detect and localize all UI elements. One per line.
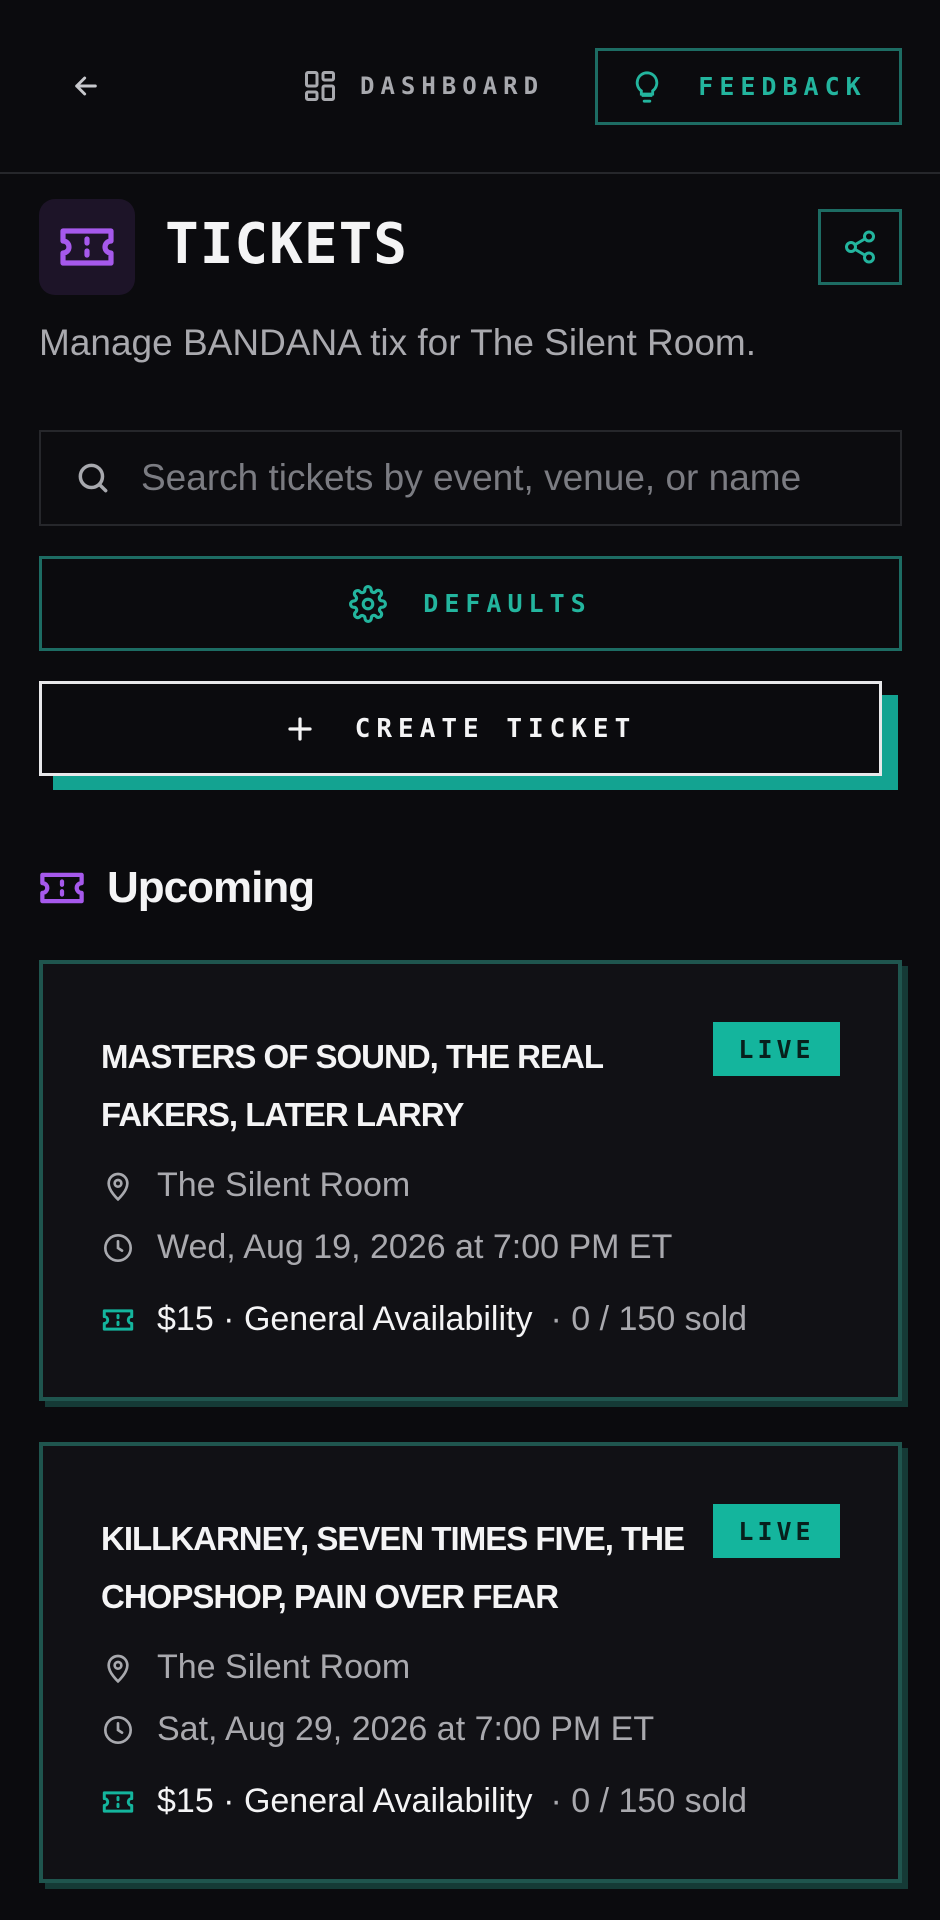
- lightbulb-icon: [636, 70, 659, 103]
- clock-icon: [101, 1713, 135, 1747]
- dashboard-button[interactable]: DASHBOARD: [302, 66, 544, 106]
- status-badge: LIVE: [713, 1022, 840, 1076]
- map-pin-icon: [101, 1651, 135, 1685]
- top-bar: DASHBOARD FEEDBACK: [0, 0, 940, 174]
- page-title: TICKETS: [165, 212, 409, 277]
- ticket-icon: [101, 1785, 135, 1819]
- event-venue-row: The Silent Room: [101, 1648, 410, 1687]
- feedback-label: FEEDBACK: [698, 72, 867, 101]
- event-card[interactable]: MASTERS OF SOUND, THE REAL FAKERS, LATER…: [39, 960, 902, 1401]
- ticket-icon: [60, 228, 114, 266]
- event-datetime-row: Sat, Aug 29, 2026 at 7:00 PM ET: [101, 1710, 654, 1749]
- upcoming-section-header: Upcoming: [39, 862, 315, 914]
- tickets-hero-icon: [39, 199, 135, 295]
- defaults-label: DEFAULTS: [423, 589, 592, 618]
- event-datetime-row: Wed, Aug 19, 2026 at 7:00 PM ET: [101, 1228, 672, 1267]
- event-sold: · 0 / 150 sold: [550, 1782, 748, 1820]
- share-button[interactable]: [818, 209, 902, 285]
- clock-icon: [101, 1231, 135, 1265]
- ticket-icon: [40, 872, 84, 904]
- event-datetime: Wed, Aug 19, 2026 at 7:00 PM ET: [157, 1228, 673, 1266]
- event-venue-row: The Silent Room: [101, 1166, 410, 1205]
- event-venue: The Silent Room: [157, 1166, 411, 1204]
- dashboard-grid-icon: [305, 71, 335, 101]
- search-input[interactable]: [141, 457, 881, 499]
- defaults-button[interactable]: DEFAULTS: [39, 556, 902, 651]
- gear-icon: [349, 584, 388, 623]
- event-price: $15 · General Availability: [157, 1300, 533, 1338]
- create-ticket-label: CREATE TICKET: [354, 713, 637, 744]
- event-price: $15 · General Availability: [157, 1782, 533, 1820]
- event-venue: The Silent Room: [157, 1648, 411, 1686]
- event-title: MASTERS OF SOUND, THE REAL FAKERS, LATER…: [101, 1038, 603, 1133]
- event-price-row: $15 · General Availability · 0 / 150 sol…: [101, 1782, 747, 1821]
- search-icon: [67, 452, 119, 504]
- event-price-row: $15 · General Availability · 0 / 150 sol…: [101, 1300, 747, 1339]
- plus-icon: [288, 716, 312, 741]
- event-datetime: Sat, Aug 29, 2026 at 7:00 PM ET: [157, 1710, 655, 1748]
- status-badge: LIVE: [713, 1504, 840, 1558]
- dashboard-label: DASHBOARD: [360, 72, 545, 100]
- event-card[interactable]: KILLKARNEY, SEVEN TIMES FIVE, THE CHOPSH…: [39, 1442, 902, 1883]
- search-box: [39, 430, 902, 526]
- ticket-icon: [101, 1303, 135, 1337]
- page-subtitle: Manage BANDANA tix for The Silent Room.: [39, 322, 757, 363]
- feedback-button[interactable]: FEEDBACK: [595, 48, 902, 125]
- event-sold: · 0 / 150 sold: [550, 1300, 748, 1338]
- section-title: Upcoming: [107, 863, 315, 912]
- arrow-left-icon: [75, 76, 97, 96]
- back-button[interactable]: [62, 66, 110, 106]
- share-icon: [845, 230, 875, 264]
- event-title: KILLKARNEY, SEVEN TIMES FIVE, THE CHOPSH…: [101, 1520, 685, 1615]
- create-ticket-button[interactable]: CREATE TICKET: [39, 681, 882, 776]
- map-pin-icon: [101, 1169, 135, 1203]
